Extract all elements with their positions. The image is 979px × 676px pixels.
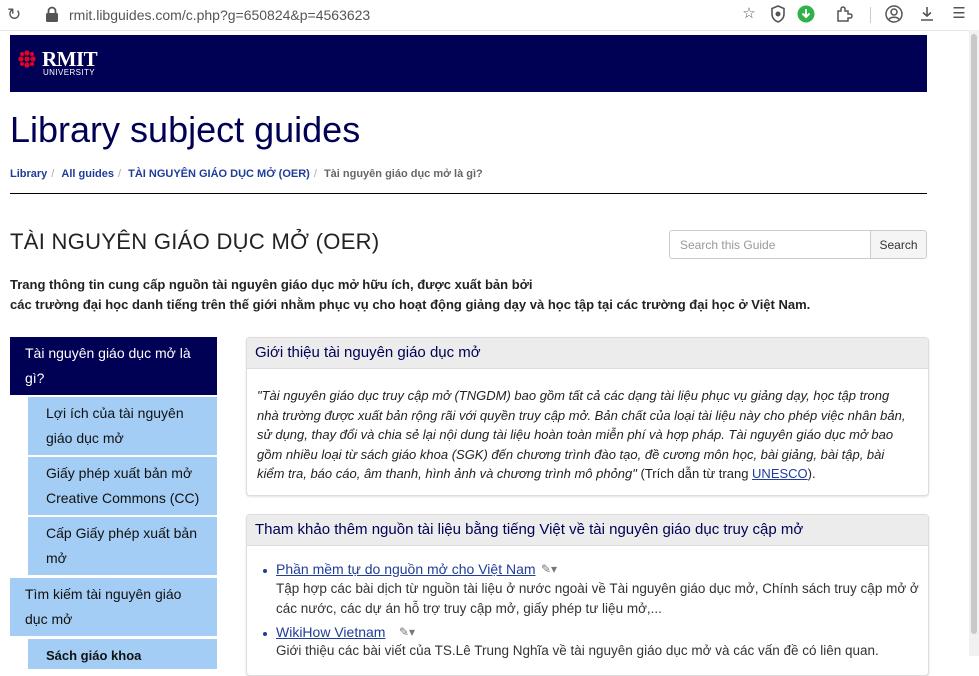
citation-text: (Trích dẫn từ trang — [636, 466, 753, 481]
rmit-pixel-mark-icon — [18, 50, 36, 68]
site-header-banner: RMIT UNIVERSITY — [10, 35, 927, 92]
edit-dropdown-icon[interactable]: ✎▾ — [399, 625, 415, 639]
guide-description-line: Trang thông tin cung cấp nguồn tài nguyê… — [10, 277, 533, 292]
downloads-icon[interactable] — [918, 5, 936, 23]
toolbar-separator — [870, 7, 871, 23]
quote-line: sử dụng, thay đổi và chia sẻ lại nội dun… — [257, 427, 894, 442]
guide-search-input[interactable] — [669, 230, 871, 259]
link-description-line: các nước, các dự án hỗ trợ truy cập mở, … — [276, 601, 662, 616]
page-scrollbar[interactable] — [969, 30, 979, 656]
breadcrumb-divider: / — [117, 168, 122, 180]
link-free-open-source-software[interactable]: Phần mềm tự do nguồn mở cho Việt Nam — [276, 561, 536, 577]
address-bar-url[interactable]: rmit.libguides.com/c.php?g=650824&p=4563… — [69, 7, 370, 23]
link-wikihow-vietnam[interactable]: WikiHow Vietnam — [276, 624, 385, 640]
breadcrumb-library[interactable]: Library — [10, 168, 47, 180]
star-bookmark-icon[interactable]: ☆ — [740, 5, 758, 23]
scrollbar-thumb[interactable] — [971, 34, 977, 634]
sidebar-item-label: Tìm kiếm tài nguyên giáo — [25, 586, 182, 602]
sidebar-item-label: dục mở — [25, 611, 73, 627]
menu-icon[interactable]: ☰ — [950, 5, 968, 23]
guide-description: Trang thông tin cung cấp nguồn tài nguyê… — [10, 275, 810, 315]
quote-line: kiểm tra, báo cáo, âm thanh, hình ảnh và… — [257, 464, 918, 484]
references-box-heading: Tham khảo thêm nguồn tài liệu bằng tiếng… — [247, 515, 928, 546]
shield-icon[interactable] — [769, 5, 787, 23]
list-bullet — [263, 632, 267, 636]
sidebar-item-creative-commons[interactable]: Giấy phép xuất bản mở Creative Commons (… — [28, 457, 217, 515]
site-title[interactable]: Library subject guides — [10, 109, 360, 151]
quote-line-text: kiểm tra, báo cáo, âm thanh, hình ảnh và… — [257, 466, 637, 481]
citation-end: ). — [807, 466, 816, 481]
extensions-puzzle-icon[interactable] — [835, 5, 853, 23]
guide-description-line: các trường đại học danh tiếng trên thế g… — [10, 297, 811, 312]
lock-icon[interactable] — [45, 6, 59, 22]
intro-quote: "Tài nguyên giáo dục truy cập mở (TNGDM)… — [247, 369, 928, 484]
quote-line: "Tài nguyên giáo dục truy cập mở (TNGDM)… — [257, 388, 890, 403]
quote-line: gồm nhiều loại từ sách giáo khoa (SGK) đ… — [257, 446, 885, 462]
breadcrumb-guide[interactable]: TÀI NGUYÊN GIÁO DỤC MỞ (OER) — [128, 168, 310, 180]
link-description: Tập hợp các bài dịch từ nguồn tài liệu ở… — [276, 579, 919, 619]
sidebar-item-label: Tài nguyên giáo dục mở là — [25, 345, 191, 361]
breadcrumb-divider: / — [51, 168, 55, 180]
sidebar-item-label: gì? — [25, 370, 45, 386]
sidebar-item-label: giáo dục mở — [46, 430, 124, 446]
edit-dropdown-icon[interactable]: ✎▾ — [541, 562, 557, 576]
sidebar-item-search-oer[interactable]: Tìm kiếm tài nguyên giáo dục mở — [10, 578, 217, 636]
sidebar-item-open-license[interactable]: Cấp Giấy phép xuất bản mở — [28, 517, 217, 575]
sidebar-item-label: Lợi ích của tài nguyên — [46, 405, 184, 421]
breadcrumb: Library / All guides / TÀI NGUYÊN GIÁO DỤC… — [10, 168, 483, 180]
guide-title: TÀI NGUYÊN GIÁO DỤC MỞ (OER) — [10, 229, 380, 254]
intro-box: Giới thiệu tài nguyên giáo dục mở "Tài n… — [246, 337, 929, 496]
breadcrumb-divider: / — [313, 168, 317, 180]
sidebar-item-label: mở — [46, 550, 67, 566]
link-description-line: Tập hợp các bài dịch từ nguồn tài liệu ở… — [276, 581, 919, 596]
rmit-logo-sub: UNIVERSITY — [43, 68, 96, 77]
profile-icon[interactable] — [885, 5, 903, 23]
sidebar-item-label: Giấy phép xuất bản mở — [46, 465, 193, 481]
list-bullet — [263, 569, 267, 573]
sidebar-item-label: Cấp Giấy phép xuất bản — [46, 525, 197, 541]
quote-line: nhà trường được xuất bản rộng rãi với qu… — [257, 407, 906, 423]
guide-search-button[interactable]: Search — [870, 230, 927, 259]
download-extension-icon[interactable] — [797, 5, 815, 23]
sidebar-item-oer-definition[interactable]: Tài nguyên giáo dục mở là gì? — [10, 337, 217, 395]
sidebar-item-label: Creative Commons (CC) — [46, 490, 200, 506]
link-description: Giới thiệu các bài viết của TS.Lê Trung … — [276, 641, 879, 661]
sidebar-item-textbooks[interactable]: Sách giáo khoa — [28, 639, 217, 669]
reload-icon[interactable]: ↻ — [7, 5, 21, 25]
intro-box-heading: Giới thiệu tài nguyên giáo dục mở — [247, 338, 928, 369]
unesco-link[interactable]: UNESCO — [752, 466, 808, 481]
breadcrumb-current: Tài nguyên giáo dục mở là gì? — [323, 168, 483, 180]
link-description-line: Giới thiệu các bài viết của TS.Lê Trung … — [276, 643, 879, 658]
breadcrumb-all-guides[interactable]: All guides — [61, 168, 114, 180]
header-divider — [10, 193, 927, 194]
sidebar-item-oer-benefits[interactable]: Lợi ích của tài nguyên giáo dục mở — [28, 397, 217, 455]
browser-toolbar: ↻ rmit.libguides.com/c.php?g=650824&p=45… — [0, 0, 979, 31]
